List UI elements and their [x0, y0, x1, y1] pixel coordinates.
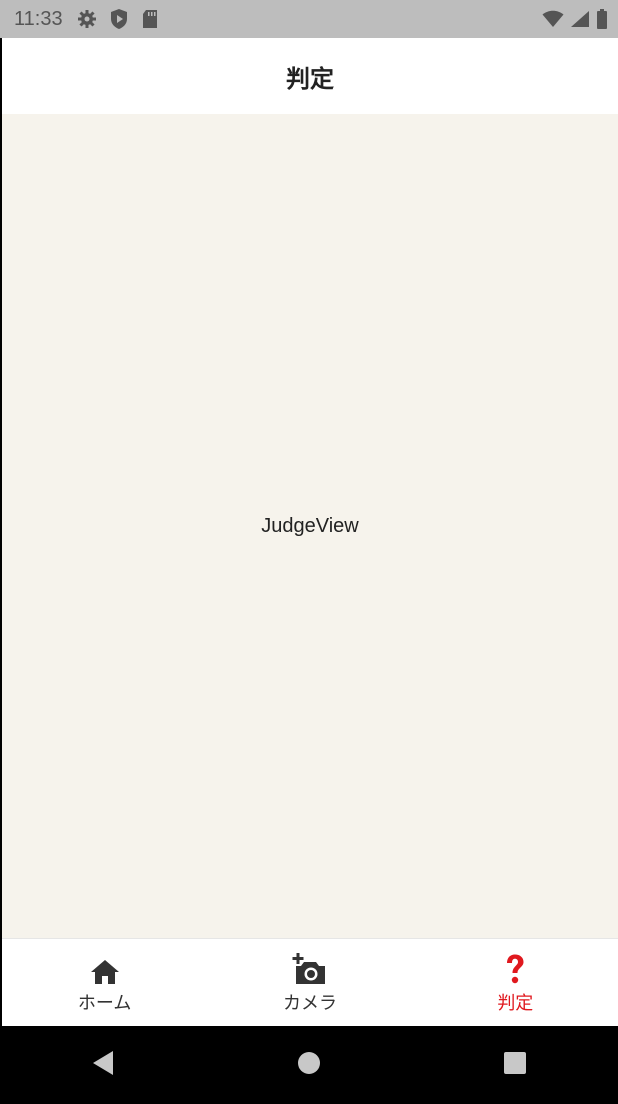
- status-time: 11:33: [14, 7, 63, 30]
- home-button[interactable]: [279, 1035, 339, 1095]
- nav-label-judge: 判定: [497, 993, 534, 1014]
- shield-play-icon: [109, 8, 129, 30]
- add-camera-icon: [292, 951, 328, 985]
- status-right-icons: [542, 9, 608, 29]
- nav-item-judge[interactable]: 判定: [413, 939, 618, 1027]
- app-header: 判定: [2, 38, 618, 114]
- battery-icon: [596, 9, 608, 29]
- nav-label-home: ホーム: [77, 993, 132, 1014]
- status-left-icons: [77, 8, 159, 30]
- home-circle-icon: [297, 1051, 321, 1079]
- main-content: JudgeView: [2, 114, 618, 938]
- bottom-navigation: ホーム カメラ 判定: [2, 938, 618, 1027]
- status-bar: 11:33: [0, 0, 618, 38]
- sd-card-icon: [141, 9, 159, 29]
- wifi-icon: [542, 10, 564, 28]
- gear-icon: [77, 9, 97, 29]
- system-navigation-bar: [0, 1026, 618, 1104]
- nav-label-camera: カメラ: [282, 993, 337, 1014]
- home-icon: [90, 951, 120, 985]
- nav-item-camera[interactable]: カメラ: [207, 939, 412, 1027]
- page-title: 判定: [286, 64, 334, 93]
- recents-button[interactable]: [485, 1035, 545, 1095]
- back-icon: [91, 1050, 115, 1080]
- nav-item-home[interactable]: ホーム: [2, 939, 207, 1027]
- recents-icon: [503, 1051, 527, 1079]
- signal-icon: [570, 10, 590, 28]
- content-placeholder-text: JudgeView: [261, 514, 359, 537]
- question-icon: [503, 951, 527, 985]
- back-button[interactable]: [73, 1035, 133, 1095]
